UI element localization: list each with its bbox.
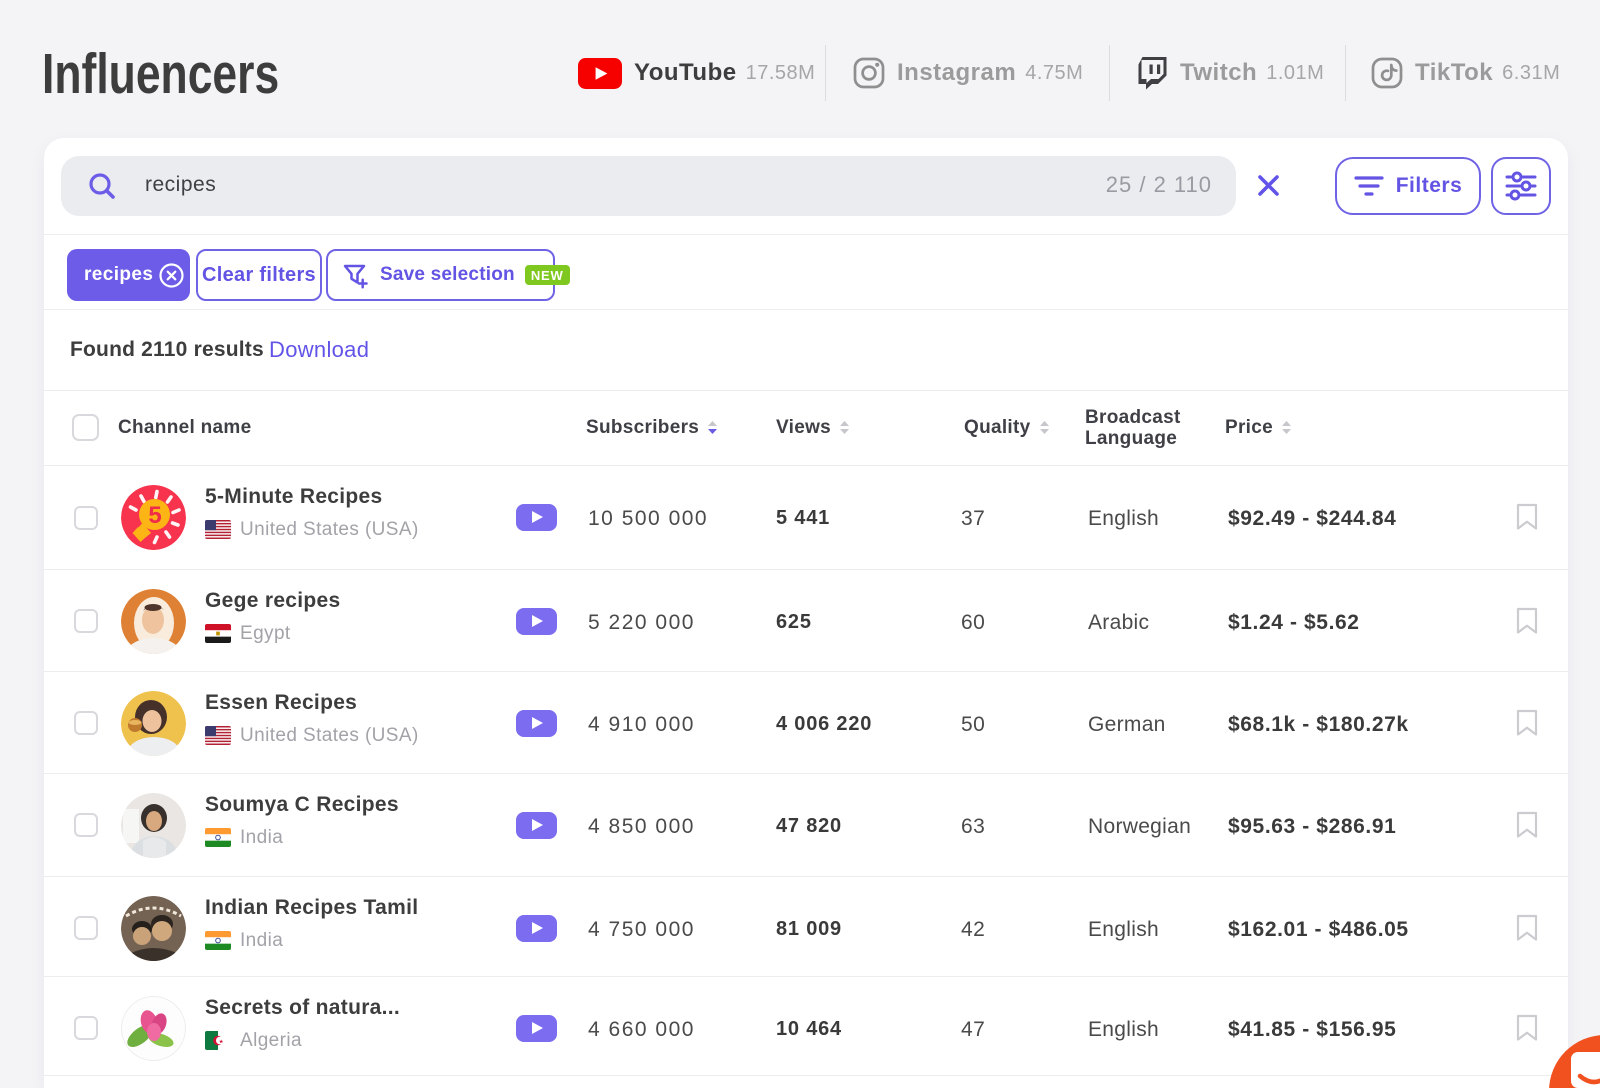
svg-text:5: 5 [148, 502, 161, 529]
